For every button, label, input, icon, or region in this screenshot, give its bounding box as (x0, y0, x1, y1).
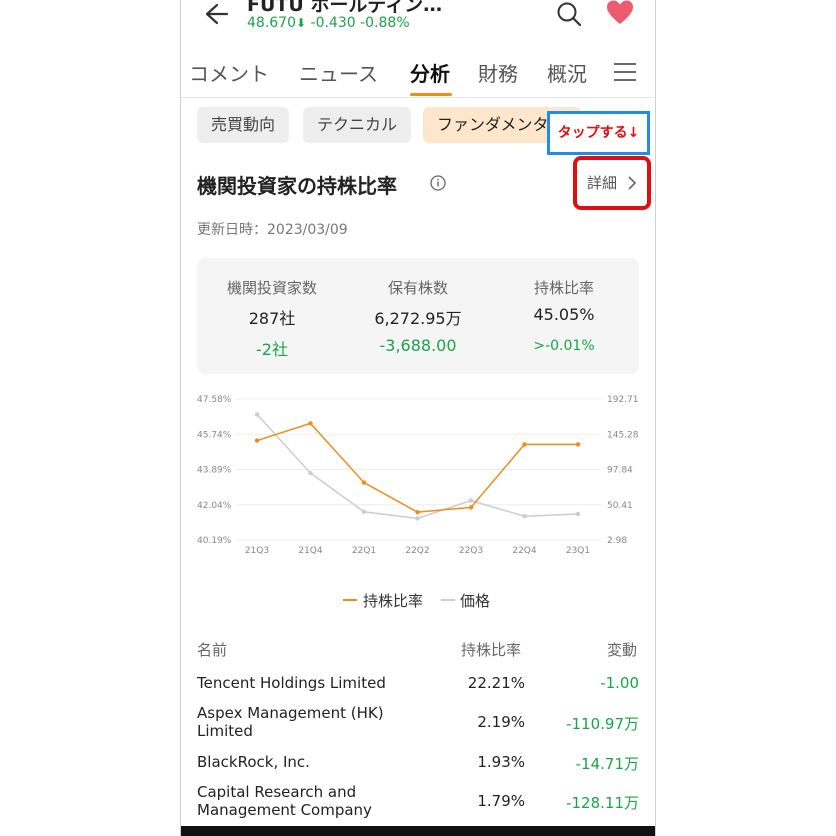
tap-annotation-label: タップする↓ (547, 111, 650, 155)
left-tick-label: 47.58% (197, 395, 232, 405)
stats-card: 機関投資家数 287社 -2社 保有株数 6,272.95万 -3,688.00… (197, 258, 639, 374)
holder-name: Capital Research and Management Company (197, 783, 372, 819)
holder-ratio: 22.21% (467, 674, 525, 692)
phone-screen: FUTU ホールディン… 48.670⬇ -0.430 -0.88% コメント … (181, 0, 655, 836)
data-point-price (308, 470, 313, 476)
tab-analysis[interactable]: 分析 (410, 58, 450, 87)
left-tick-label: 45.74% (197, 430, 232, 440)
x-tick-label: 21Q4 (298, 546, 323, 556)
tabs-divider (181, 97, 655, 98)
holder-ratio: 1.79% (477, 792, 525, 810)
stat-change: -2社 (256, 340, 288, 359)
screen-edge-right (655, 0, 656, 836)
legend-swatch-price (441, 599, 455, 601)
right-tick-label: 50.41 (607, 501, 633, 511)
active-tab-indicator (410, 93, 452, 96)
x-tick-label: 22Q3 (459, 546, 483, 556)
chip-technical[interactable]: テクニカル (303, 107, 412, 143)
chart-legend: 持株比率 価格 (181, 590, 655, 610)
left-tick-label: 42.04% (197, 501, 232, 511)
stat-value: 287社 (248, 309, 296, 328)
stat-label: 機関投資家数 (226, 279, 317, 297)
x-tick-label: 23Q1 (566, 546, 590, 556)
tab-bar: コメント ニュース 分析 財務 概況 (181, 58, 655, 98)
data-point-ratio (522, 442, 527, 447)
holder-name: BlackRock, Inc. (197, 753, 310, 771)
stat-label: 持株比率 (533, 279, 594, 297)
detail-highlight-box (573, 156, 651, 210)
tab-overview[interactable]: 概況 (547, 58, 587, 87)
back-arrow-icon[interactable] (203, 2, 229, 26)
stock-price: 48.670 (247, 15, 296, 31)
x-tick-label: 22Q1 (352, 546, 376, 556)
holding-ratio-chart: 47.58% 192.71 45.74% 145.28 43.89% 97.84 42.04… (197, 395, 639, 556)
tab-financials[interactable]: 財務 (478, 58, 518, 87)
stat-value: 45.05% (533, 305, 595, 324)
right-tick-label: 192.71 (607, 395, 639, 405)
x-tick-label: 22Q4 (512, 546, 537, 556)
holder-ratio: 2.19% (477, 713, 525, 731)
stat-label: 保有株数 (387, 279, 448, 297)
tab-news[interactable]: ニュース (299, 58, 378, 87)
holder-name: Tencent Holdings Limited (197, 674, 386, 692)
stock-change: -0.430 (310, 15, 356, 31)
table-header-change: 変動 (607, 641, 638, 659)
section-title: 機関投資家の持株比率 (197, 174, 397, 198)
holder-ratio: 1.93% (477, 753, 525, 771)
stock-quote: 48.670⬇ -0.430 -0.88% (247, 15, 410, 31)
menu-icon[interactable] (613, 62, 637, 82)
series-line-price (256, 413, 579, 520)
x-tick-label: 21Q3 (245, 546, 269, 556)
legend-item-ratio: 持株比率 (363, 592, 424, 610)
right-tick-label: 97.84 (607, 466, 633, 476)
info-icon[interactable] (430, 175, 446, 191)
data-point-price (415, 516, 420, 521)
data-point-ratio (308, 421, 313, 426)
data-point-ratio (361, 480, 367, 485)
data-point-ratio (415, 509, 420, 515)
legend-swatch-ratio (343, 599, 357, 601)
data-point-price (468, 498, 474, 503)
tab-comments[interactable]: コメント (189, 58, 269, 87)
legend-item-price: 価格 (460, 592, 491, 610)
updated-timestamp: 更新日時：2023/03/09 (197, 222, 348, 238)
favorite-heart-icon[interactable] (606, 0, 634, 26)
data-point-price (254, 412, 260, 417)
holder-change: -110.97万 (566, 715, 639, 733)
bottom-edge-bar (181, 826, 655, 836)
stat-change: >-0.01% (533, 338, 595, 354)
data-point-price (522, 514, 527, 519)
stat-value: 6,272.95万 (374, 309, 462, 328)
holder-change: -1.00 (600, 674, 639, 692)
holder-change: -14.71万 (575, 755, 639, 773)
data-point-price (361, 509, 367, 514)
data-point-ratio (468, 505, 474, 510)
data-point-ratio (254, 438, 260, 443)
x-tick-label: 22Q2 (405, 546, 429, 556)
data-point-price (575, 511, 581, 517)
chip-trading-trend[interactable]: 売買動向 (197, 107, 290, 143)
left-tick-label: 40.19% (197, 536, 232, 546)
left-tick-label: 43.89% (197, 466, 232, 476)
stock-change-pct: -0.88% (360, 15, 410, 31)
search-icon[interactable] (556, 1, 582, 27)
right-tick-label: 145.28 (607, 430, 639, 440)
table-header-ratio: 持株比率 (461, 641, 522, 659)
right-tick-label: 2.98 (607, 536, 627, 546)
table-header-name: 名前 (197, 641, 228, 659)
holder-change: -128.11万 (566, 794, 639, 812)
down-arrow-icon: ⬇ (296, 16, 307, 30)
stat-change: -3,688.00 (379, 336, 457, 355)
holder-name: Aspex Management (HK) Limited (197, 704, 384, 740)
data-point-ratio (575, 442, 581, 447)
